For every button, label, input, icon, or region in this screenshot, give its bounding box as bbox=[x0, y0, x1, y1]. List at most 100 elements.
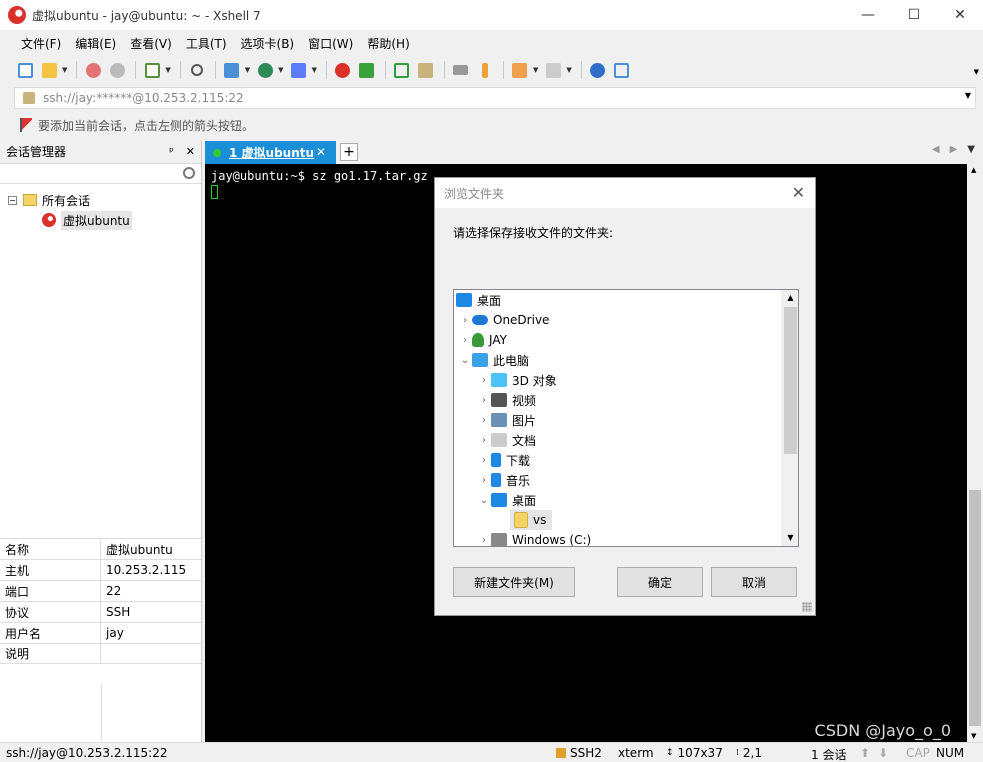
help-button[interactable] bbox=[587, 59, 609, 81]
find-button[interactable] bbox=[186, 59, 208, 81]
split-button[interactable] bbox=[542, 59, 564, 81]
lock-button[interactable] bbox=[415, 59, 437, 81]
chat-button[interactable] bbox=[611, 59, 633, 81]
properties-button[interactable] bbox=[141, 59, 163, 81]
collapse-icon[interactable]: − bbox=[8, 195, 17, 205]
menu-help[interactable]: 帮助(H) bbox=[360, 35, 416, 52]
folder-tree-item[interactable]: ⌄ 桌面 bbox=[454, 490, 798, 510]
highlight-button[interactable] bbox=[474, 59, 496, 81]
xshell-button[interactable] bbox=[332, 59, 354, 81]
chevron-down-icon[interactable]: ▼ bbox=[533, 66, 538, 74]
xshell-session-icon bbox=[42, 213, 56, 227]
chevron-right-icon[interactable]: › bbox=[477, 395, 491, 406]
menu-edit[interactable]: 编辑(E) bbox=[68, 35, 123, 52]
folder-tree-scrollbar[interactable]: ▲ ▼ bbox=[781, 290, 798, 546]
folder-tree-item[interactable]: › Windows (C:) bbox=[454, 530, 798, 546]
property-key: 端口 bbox=[0, 581, 101, 601]
chevron-right-icon[interactable]: › bbox=[477, 435, 491, 446]
address-bar[interactable]: ssh://jay:******@10.253.2.115:22 ▼ bbox=[14, 87, 976, 109]
tree-item-session[interactable]: 虚拟ubuntu bbox=[0, 210, 201, 230]
scrollbar-thumb[interactable] bbox=[784, 307, 797, 454]
resize-grip-icon[interactable] bbox=[802, 602, 812, 612]
flag-icon[interactable] bbox=[20, 118, 32, 132]
chevron-right-icon[interactable]: › bbox=[477, 535, 491, 546]
disconnect-icon bbox=[109, 62, 125, 78]
layout-button[interactable] bbox=[221, 59, 243, 81]
chevron-down-icon[interactable]: ⌄ bbox=[477, 495, 491, 506]
chevron-right-icon[interactable]: › bbox=[458, 315, 472, 326]
encoding-button[interactable] bbox=[254, 59, 276, 81]
chevron-down-icon[interactable]: ▼ bbox=[165, 66, 170, 74]
ok-button[interactable]: 确定 bbox=[617, 567, 703, 597]
folder-tree-item[interactable]: › 图片 bbox=[454, 410, 798, 430]
status-size-label: 107x37 bbox=[677, 746, 723, 760]
property-row: 协议 SSH bbox=[0, 601, 201, 622]
menu-window[interactable]: 窗口(W) bbox=[301, 35, 360, 52]
folder-tree-item[interactable]: 桌面 bbox=[454, 290, 798, 310]
folder-tree-item[interactable]: › 3D 对象 bbox=[454, 370, 798, 390]
cancel-button[interactable]: 取消 bbox=[711, 567, 797, 597]
folder-tree-item[interactable]: vs bbox=[454, 510, 798, 530]
font-button[interactable] bbox=[288, 59, 310, 81]
folder-tree-item[interactable]: › OneDrive bbox=[454, 310, 798, 330]
chevron-down-icon[interactable]: ▼ bbox=[278, 66, 283, 74]
reconnect-button[interactable] bbox=[82, 59, 104, 81]
tab-list-icon[interactable]: ▼ bbox=[967, 144, 975, 155]
folder-tree-item[interactable]: › 视频 bbox=[454, 390, 798, 410]
xftp-button[interactable] bbox=[356, 59, 378, 81]
connected-status-icon bbox=[213, 148, 221, 157]
new-folder-button[interactable] bbox=[509, 59, 531, 81]
open-session-button[interactable] bbox=[38, 59, 60, 81]
scrollbar-thumb[interactable] bbox=[969, 490, 981, 726]
folder-tree-item[interactable]: ⌄ 此电脑 bbox=[454, 350, 798, 370]
pin-icon[interactable]: ᵖ bbox=[169, 145, 174, 158]
folder-tree-item[interactable]: › 下载 bbox=[454, 450, 798, 470]
chevron-down-icon[interactable]: ▼ bbox=[312, 66, 317, 74]
chevron-right-icon[interactable]: › bbox=[477, 455, 491, 466]
terminal-cursor bbox=[211, 185, 218, 199]
terminal-scrollbar[interactable]: ▲ ▼ bbox=[967, 164, 983, 742]
close-button[interactable]: ✕ bbox=[937, 0, 983, 30]
selected-folder[interactable]: vs bbox=[510, 510, 553, 530]
session-search-input[interactable] bbox=[0, 164, 201, 184]
new-folder-button[interactable]: 新建文件夹(M) bbox=[453, 567, 575, 597]
folder-tree-item[interactable]: › 文档 bbox=[454, 430, 798, 450]
chevron-down-icon[interactable]: ▼ bbox=[62, 66, 67, 74]
tab-next-icon[interactable]: ▶ bbox=[950, 144, 958, 155]
chevron-down-icon[interactable]: ▼ bbox=[566, 66, 571, 74]
add-tab-button[interactable]: + bbox=[340, 143, 358, 161]
disconnect-button[interactable] bbox=[106, 59, 128, 81]
new-session-button[interactable] bbox=[14, 59, 36, 81]
scroll-up-icon[interactable]: ▲ bbox=[782, 290, 798, 306]
folder-tree-item[interactable]: › JAY bbox=[454, 330, 798, 350]
menu-tabs[interactable]: 选项卡(B) bbox=[234, 35, 302, 52]
menu-tools[interactable]: 工具(T) bbox=[179, 35, 234, 52]
keyboard-button[interactable] bbox=[450, 59, 472, 81]
fullscreen-button[interactable] bbox=[391, 59, 413, 81]
folder-tree-item[interactable]: › 音乐 bbox=[454, 470, 798, 490]
toolbar: ▼ ▼ ▼ ▼ ▼ ▼ ▼ ▼ bbox=[0, 56, 983, 84]
chevron-down-icon[interactable]: ▼ bbox=[245, 66, 250, 74]
tab-close-icon[interactable]: ✕ bbox=[316, 145, 326, 159]
maximize-button[interactable]: ☐ bbox=[891, 0, 937, 30]
hint-bar: 要添加当前会话，点击左侧的箭头按钮。 bbox=[14, 114, 976, 136]
chevron-right-icon[interactable]: › bbox=[477, 415, 491, 426]
toolbar-overflow-icon[interactable]: ▼ bbox=[974, 68, 979, 76]
scroll-down-icon[interactable]: ▼ bbox=[782, 530, 798, 546]
chevron-right-icon[interactable]: › bbox=[458, 335, 472, 346]
dialog-close-icon[interactable]: ✕ bbox=[792, 183, 805, 202]
scroll-up-icon[interactable]: ▲ bbox=[971, 166, 976, 174]
tree-item-all-sessions[interactable]: − 所有会话 bbox=[0, 190, 201, 210]
tab-session[interactable]: 1 虚拟ubuntu ✕ bbox=[205, 141, 336, 164]
minimize-button[interactable]: — bbox=[845, 0, 891, 30]
chevron-right-icon[interactable]: › bbox=[477, 375, 491, 386]
chevron-down-icon[interactable]: ⌄ bbox=[458, 355, 472, 366]
menu-view[interactable]: 查看(V) bbox=[123, 35, 179, 52]
menu-file[interactable]: 文件(F) bbox=[14, 35, 68, 52]
tab-prev-icon[interactable]: ◀ bbox=[932, 144, 940, 155]
close-icon[interactable]: ✕ bbox=[186, 145, 195, 158]
chevron-down-icon[interactable]: ▼ bbox=[965, 91, 971, 100]
chevron-right-icon[interactable]: › bbox=[477, 475, 491, 486]
pen-icon bbox=[481, 62, 488, 78]
scroll-down-icon[interactable]: ▼ bbox=[971, 732, 976, 740]
